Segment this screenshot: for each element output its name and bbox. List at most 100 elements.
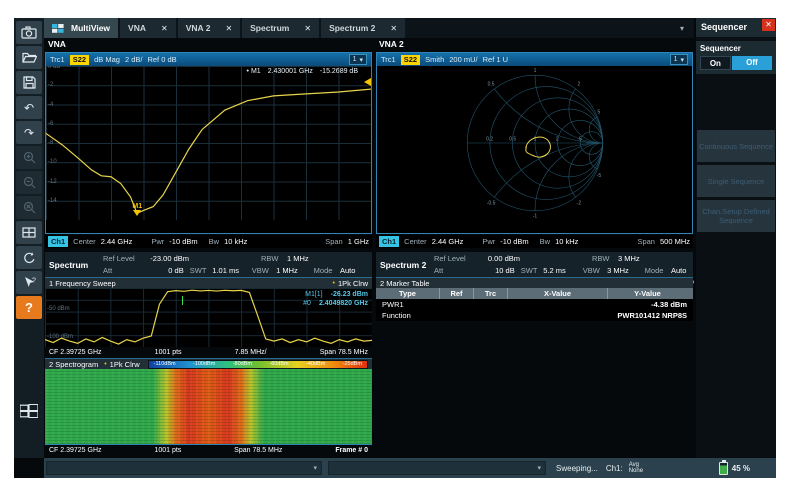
ref-level-value: -23.00 dBm xyxy=(143,253,195,264)
col-ref: Ref xyxy=(440,288,474,299)
att-value: 0 dB xyxy=(141,265,190,276)
sequencer-off-button[interactable]: Off xyxy=(732,56,772,70)
vna2-window[interactable]: VNA 2 Trc1 S22 Smith 200 mU/ Ref 1 U 1 ▾ xyxy=(375,38,694,248)
chan-setup-defined-sequence-softkey[interactable]: Chan.Setup Defined Sequence xyxy=(697,200,775,232)
swt-value: 1.01 ms xyxy=(212,265,251,276)
close-tab-icon[interactable]: ✕ xyxy=(161,24,168,33)
spectrum-header: Spectrum Ref Level -23.00 dBm RBW 1 MHz … xyxy=(45,252,372,277)
att-label: Att xyxy=(103,265,141,276)
split-display-icon[interactable] xyxy=(16,221,42,244)
sequencer-panel-title: Sequencer ✕ xyxy=(696,18,776,37)
window-title: 2 Spectrogram xyxy=(49,360,98,369)
channel-badge[interactable]: Ch1 xyxy=(379,236,399,247)
svg-text:5: 5 xyxy=(597,110,600,116)
window-select[interactable]: 1 ▾ xyxy=(670,54,688,65)
tab-label: MultiView xyxy=(71,23,110,33)
center-value: 2.44 GHz xyxy=(101,237,133,246)
swt-label: SWT xyxy=(190,265,213,276)
vna-diagram: Trc1 S22 dB Mag 2 dB/ Ref 0 dB 1 ▾ 0 dB … xyxy=(45,52,372,234)
vbw-value: 3 MHz xyxy=(607,265,645,276)
legend-label: 1Pk Clrw xyxy=(338,279,368,288)
span-label: Span xyxy=(325,237,343,246)
window-title: VNA 2 xyxy=(375,38,694,51)
trace-scale: 200 mU/ xyxy=(449,55,477,64)
vna-window[interactable]: VNA Trc1 S22 dB Mag 2 dB/ Ref 0 dB 1 ▾ 0… xyxy=(44,38,373,248)
spectrogram-colorbar: -110dBm -100dBm -80dBm -60dBm -40dBm -25… xyxy=(148,360,368,369)
open-file-icon[interactable] xyxy=(16,46,42,69)
window-title: VNA xyxy=(44,38,373,51)
svg-text:5: 5 xyxy=(579,137,582,143)
save-icon[interactable] xyxy=(16,71,42,94)
toolbar: ↶ ↷ ? ? xyxy=(14,18,44,458)
center-value: 2.44 GHz xyxy=(432,237,464,246)
svg-text:2: 2 xyxy=(577,81,580,87)
single-sequence-softkey[interactable]: Single Sequence xyxy=(697,165,775,197)
trace-header[interactable]: Trc1 S22 dB Mag 2 dB/ Ref 0 dB 1 ▾ xyxy=(46,53,371,66)
smith-chart: 0.2 0.5 1 2 5 0.5 1 2 5 -0.5 -1 -2 -5 xyxy=(458,66,612,220)
continuous-sequence-softkey[interactable]: Continuous Sequence xyxy=(697,130,775,162)
close-panel-icon[interactable]: ✕ xyxy=(762,19,775,31)
svg-text:-5: -5 xyxy=(596,173,601,179)
tab-vna[interactable]: VNA ✕ xyxy=(120,18,176,38)
sequencer-toggle-group: Sequencer On Off xyxy=(696,41,776,74)
status-dropdown-2[interactable]: ▾ xyxy=(328,461,546,475)
table-row: Function PWR101412 NRP8S xyxy=(376,310,693,321)
multiview-icon xyxy=(52,24,64,33)
redo-glyph: ↷ xyxy=(24,126,34,140)
center-label: Center xyxy=(73,237,96,246)
tab-spectrum2[interactable]: Spectrum 2 ✕ xyxy=(321,18,405,38)
col-type: Type xyxy=(376,288,440,299)
close-tab-icon[interactable]: ✕ xyxy=(304,24,311,33)
status-bar: ▾ ▾ Sweeping... Ch1: Avg None 45 % xyxy=(44,458,776,478)
help-icon[interactable]: ? xyxy=(16,296,42,319)
legend-bullet-icon: • xyxy=(104,361,106,368)
span-value: 500 MHz xyxy=(660,237,690,246)
windows-start-icon[interactable] xyxy=(16,399,42,422)
marker-table-titlebar[interactable]: 2 Marker Table xyxy=(376,277,693,288)
help-pointer-icon[interactable]: ? xyxy=(16,271,42,294)
swt-value: 5.2 ms xyxy=(543,265,582,276)
refresh-icon[interactable] xyxy=(16,246,42,269)
window-select[interactable]: 1 ▾ xyxy=(349,54,367,65)
tab-vna2[interactable]: VNA 2 ✕ xyxy=(178,18,240,38)
att-label: Att xyxy=(434,265,472,276)
tab-multiview[interactable]: MultiView xyxy=(44,18,118,38)
close-tab-icon[interactable]: ✕ xyxy=(390,24,397,33)
zoom-off-icon[interactable] xyxy=(16,196,42,219)
vna-trace xyxy=(46,66,371,220)
window-number: 1 xyxy=(353,56,357,63)
frequency-sweep-graph: -50 dBm -100 dBm M1[1]-26.23 dBm #02.404… xyxy=(45,288,372,347)
marker-table: Type Ref Trc X-Value Y-Value PWR1 -4.38 … xyxy=(376,288,693,321)
spectrum2-window[interactable]: Spectrum 2 Ref Level 0.00 dBm RBW 3 MHz … xyxy=(375,250,694,458)
ref-level-label: Ref Level xyxy=(103,253,143,264)
att-value: 10 dB xyxy=(472,265,521,276)
screenshot-camera-icon[interactable] xyxy=(16,21,42,44)
redo-icon[interactable]: ↷ xyxy=(16,121,42,144)
status-dropdown-1[interactable]: ▾ xyxy=(46,461,322,475)
col-y-value: Y-Value xyxy=(608,288,693,299)
spectrogram-titlebar[interactable]: 2 Spectrogram • 1Pk Clrw -110dBm -100dBm… xyxy=(45,358,372,369)
spectrum-window[interactable]: Spectrum Ref Level -23.00 dBm RBW 1 MHz … xyxy=(44,250,373,458)
zoom-out-icon[interactable] xyxy=(16,171,42,194)
sparam-badge: S22 xyxy=(401,55,420,65)
sparam-badge: S22 xyxy=(70,55,89,65)
trace-header[interactable]: Trc1 S22 Smith 200 mU/ Ref 1 U 1 ▾ xyxy=(377,53,692,66)
close-tab-icon[interactable]: ✕ xyxy=(225,24,232,33)
ref-level-arrow-icon xyxy=(364,78,371,86)
trace-format: Smith xyxy=(425,55,444,64)
bw-value: 10 kHz xyxy=(555,237,578,246)
trace-name: Trc1 xyxy=(381,55,396,64)
trace-ref: Ref 1 U xyxy=(483,55,508,64)
sequencer-on-button[interactable]: On xyxy=(700,56,731,70)
undo-icon[interactable]: ↶ xyxy=(16,96,42,119)
frequency-sweep-titlebar[interactable]: 1 Frequency Sweep • 1Pk Clrw xyxy=(45,277,372,288)
tab-spectrum[interactable]: Spectrum ✕ xyxy=(242,18,319,38)
svg-text:0.5: 0.5 xyxy=(487,81,494,87)
cf-value: CF 2.39725 GHz xyxy=(49,349,102,356)
zoom-in-icon[interactable] xyxy=(16,146,42,169)
span-value: Span 78.5 MHz xyxy=(320,349,368,356)
rbw-label: RBW xyxy=(261,253,287,264)
sequencer-panel: Sequencer ✕ Sequencer On Off Continuous … xyxy=(696,18,776,458)
channel-badge[interactable]: Ch1 xyxy=(48,236,68,247)
tab-overflow-icon[interactable]: ▾ xyxy=(680,24,694,33)
